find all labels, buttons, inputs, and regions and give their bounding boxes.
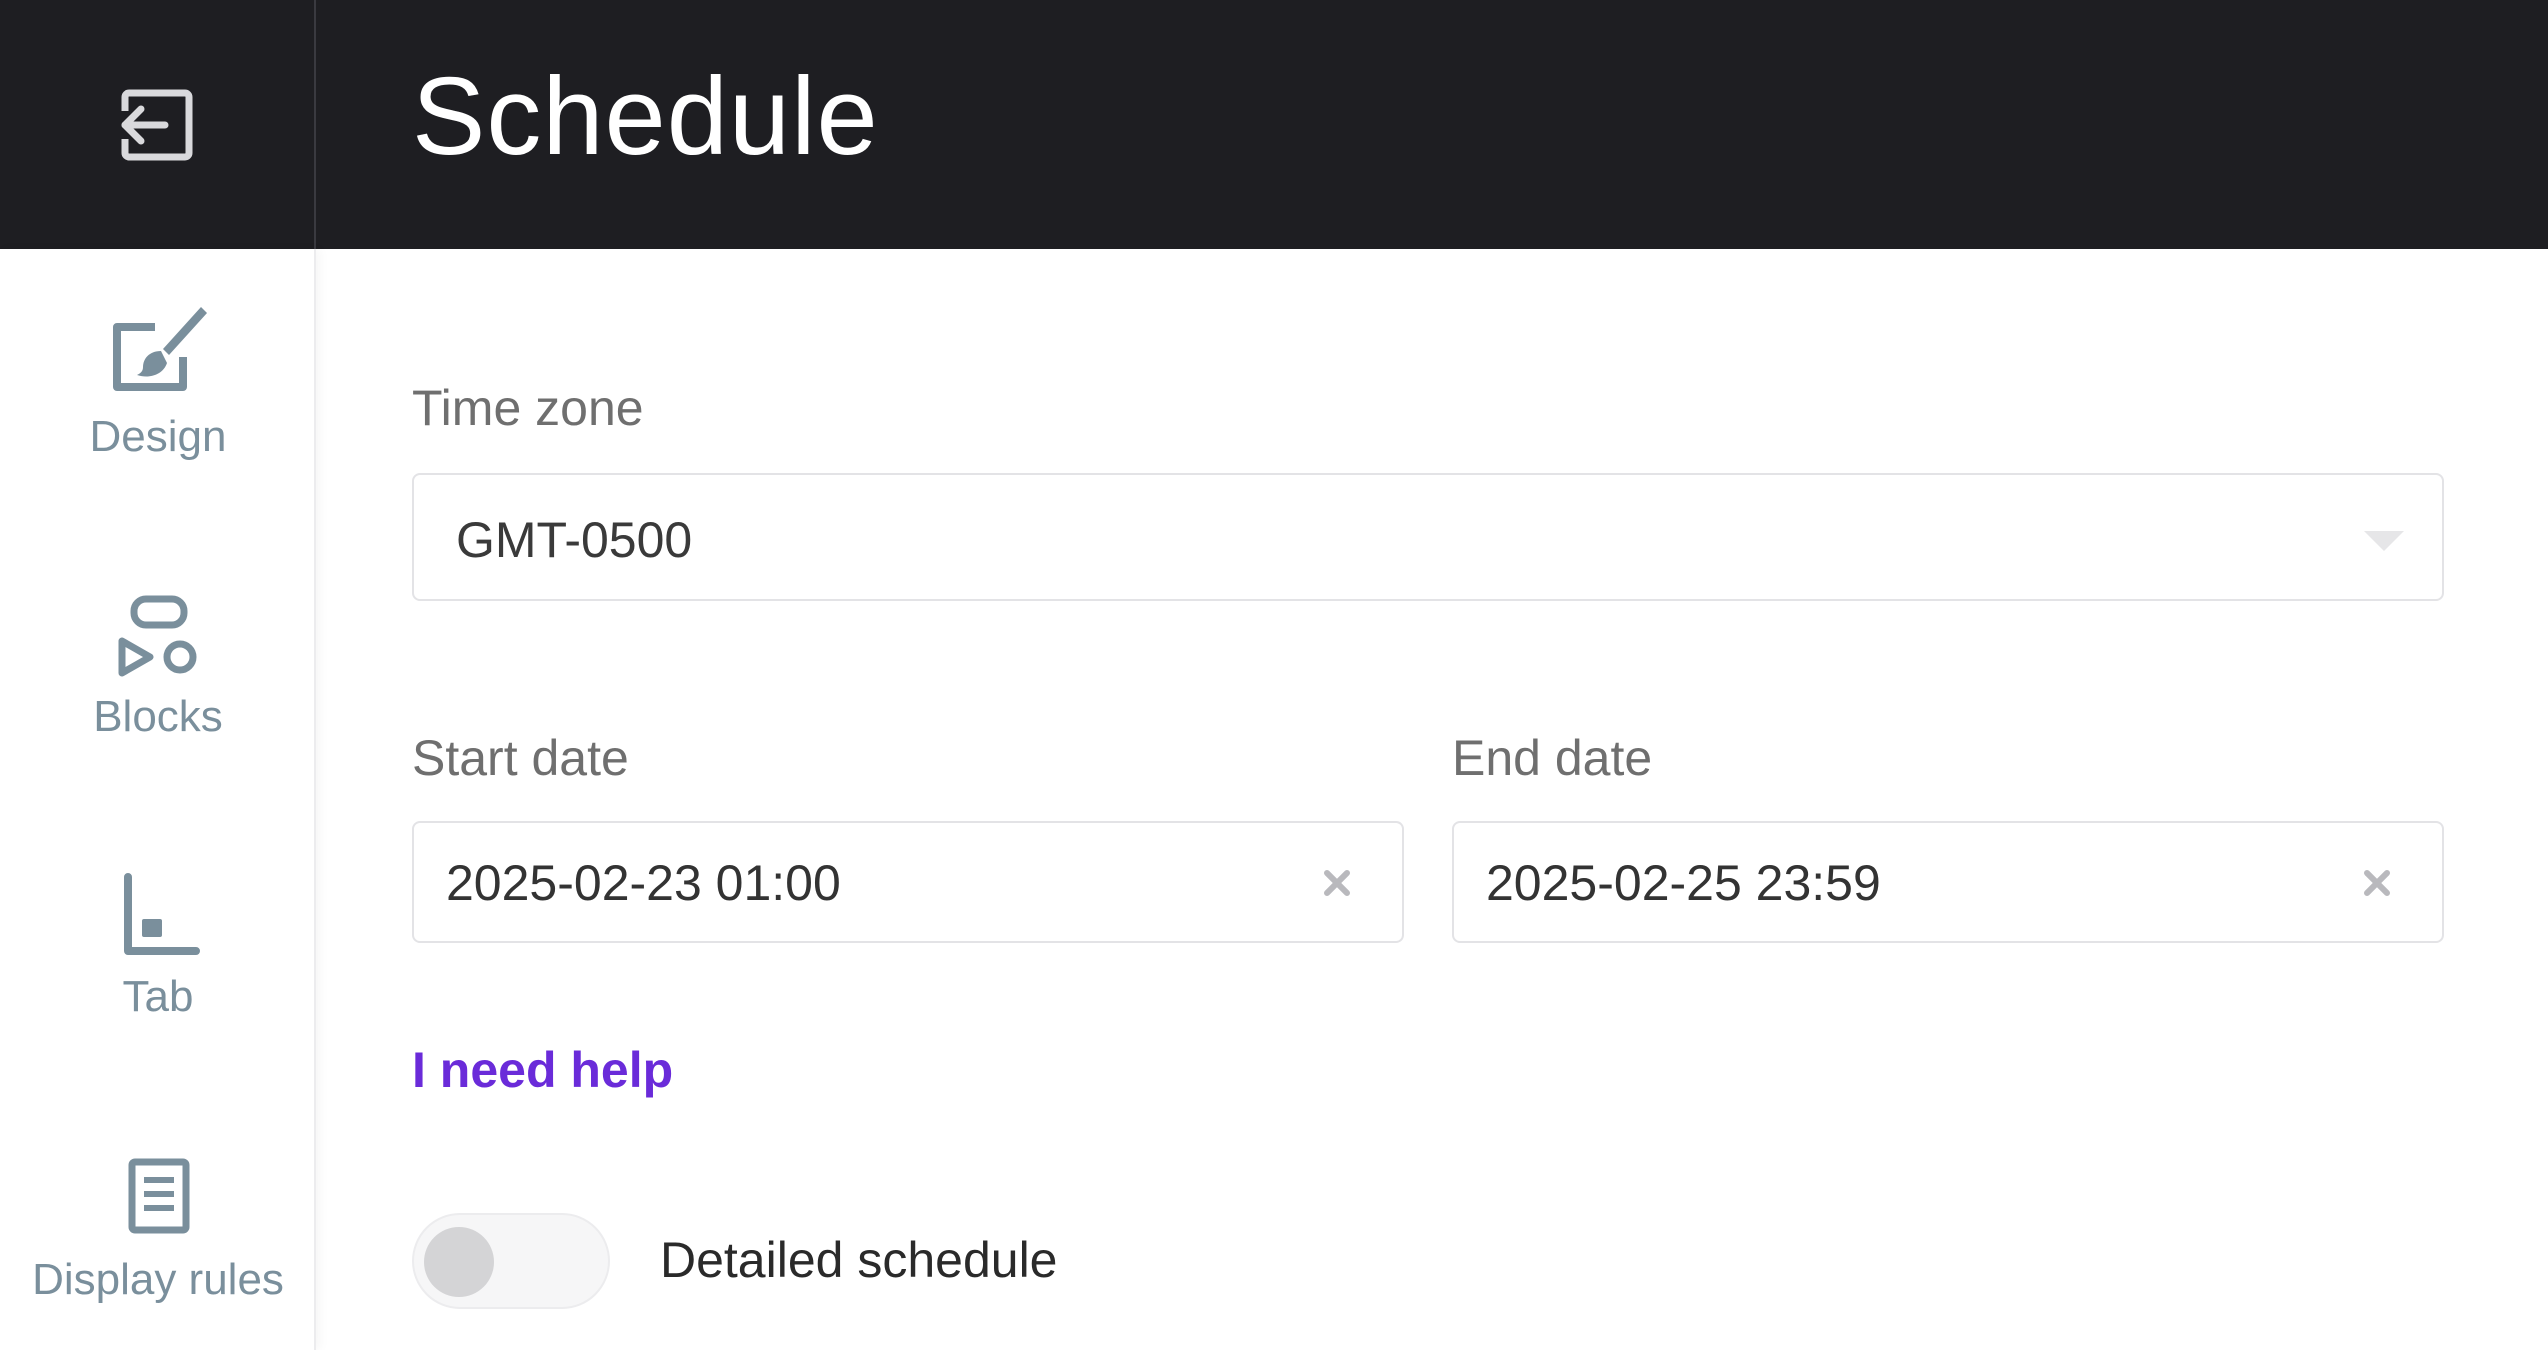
clear-icon[interactable] bbox=[1322, 868, 1352, 898]
exit-arrow-icon[interactable] bbox=[117, 85, 197, 165]
sidebar-item-label: Display rules bbox=[32, 1255, 284, 1304]
end-date-field bbox=[1452, 821, 2444, 943]
blocks-icon bbox=[118, 595, 197, 677]
start-date-label: Start date bbox=[412, 730, 629, 786]
sidebar-item-tab[interactable]: Tab bbox=[0, 871, 316, 1071]
top-header: Schedule bbox=[0, 0, 2548, 249]
sidebar-item-display-rules[interactable]: Display rules bbox=[0, 1154, 316, 1350]
toggle-knob bbox=[424, 1227, 494, 1297]
help-link[interactable]: I need help bbox=[412, 1045, 673, 1095]
header-exit-area bbox=[0, 0, 316, 249]
chevron-down-icon bbox=[2364, 531, 2404, 551]
tab-icon bbox=[124, 873, 200, 955]
sidebar: Design Blocks Tab Display rules bbox=[0, 249, 316, 1350]
sidebar-item-label: Tab bbox=[122, 972, 194, 1021]
timezone-value: GMT-0500 bbox=[456, 512, 693, 568]
start-date-field bbox=[412, 821, 1404, 943]
timezone-label: Time zone bbox=[412, 380, 644, 436]
schedule-form: Time zone GMT-0500 Start date End date I… bbox=[316, 249, 2548, 1350]
end-date-label: End date bbox=[1452, 730, 1653, 786]
detailed-schedule-toggle[interactable] bbox=[412, 1213, 610, 1309]
document-list-icon bbox=[128, 1158, 190, 1234]
detailed-schedule-label: Detailed schedule bbox=[660, 1232, 1058, 1288]
sidebar-item-label: Blocks bbox=[93, 692, 223, 741]
end-date-input[interactable] bbox=[1486, 855, 2286, 911]
timezone-select[interactable]: GMT-0500 bbox=[412, 473, 2444, 601]
sidebar-item-design[interactable]: Design bbox=[0, 301, 316, 501]
app-root: Schedule Design Blocks Tab Display rules… bbox=[0, 0, 2548, 1350]
sidebar-item-blocks[interactable]: Blocks bbox=[0, 591, 316, 791]
start-date-input[interactable] bbox=[446, 855, 1246, 911]
clear-icon[interactable] bbox=[2362, 868, 2392, 898]
sidebar-item-label: Design bbox=[89, 412, 227, 461]
page-title: Schedule bbox=[412, 55, 879, 178]
paintbrush-icon bbox=[113, 307, 207, 391]
